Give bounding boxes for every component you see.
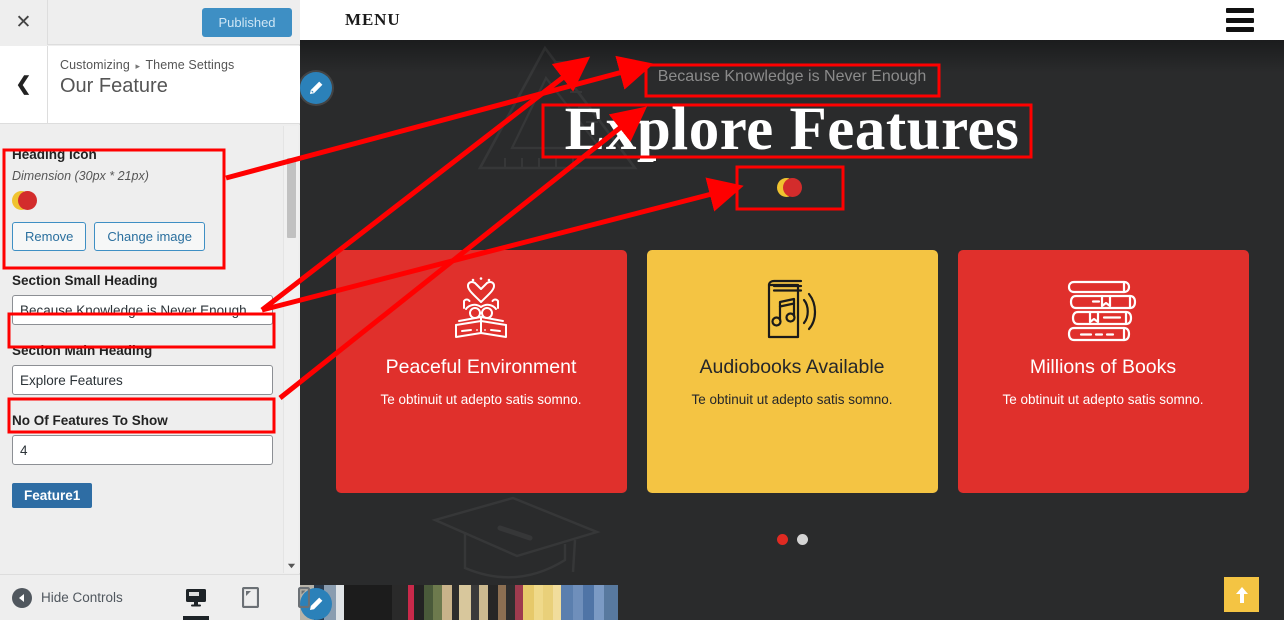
heading-icon-swatch: [777, 178, 807, 199]
feature1-accordion-toggle-wrap: Feature1: [12, 483, 288, 508]
section-small-heading-control: Section Small Heading: [12, 273, 288, 325]
site-header: MENU: [300, 0, 1284, 40]
collapse-arrow-icon: [12, 587, 32, 608]
scroll-down-arrow-icon[interactable]: [287, 561, 296, 570]
hero-features-section: Because Knowledge is Never Enough Explor…: [300, 40, 1284, 585]
chevron-left-icon[interactable]: ❮: [0, 46, 48, 123]
hero-small-heading: Because Knowledge is Never Enough: [657, 68, 927, 85]
features-count-input[interactable]: [12, 435, 273, 465]
close-icon[interactable]: ✕: [0, 0, 48, 45]
hero-main-heading: Explore Features: [564, 96, 1020, 163]
feature-cards-row: Peaceful Environment Te obtinuit ut adep…: [300, 250, 1284, 493]
desktop-preview-icon[interactable]: [180, 575, 212, 620]
tablet-preview-icon[interactable]: [234, 575, 266, 620]
swatch-red-circle-icon: [18, 191, 37, 210]
scroll-to-top-button[interactable]: [1224, 577, 1259, 612]
customizer-topbar: ✕ Published: [0, 0, 300, 45]
section-main-heading-control: Section Main Heading: [12, 343, 288, 395]
feature-card[interactable]: Millions of Books Te obtinuit ut adepto …: [957, 250, 1249, 493]
feature-card[interactable]: Peaceful Environment Te obtinuit ut adep…: [335, 250, 627, 493]
hide-controls-label: Hide Controls: [41, 590, 123, 605]
remove-image-button[interactable]: Remove: [12, 222, 87, 251]
carousel-dot-inactive[interactable]: [796, 534, 808, 545]
scrollbar-thumb[interactable]: [287, 158, 296, 238]
feature1-accordion-button[interactable]: Feature1: [12, 483, 93, 508]
bottom-photo-strip: [300, 585, 1284, 620]
panel-header-texts: Customizing ▸ Theme Settings Our Feature: [48, 46, 234, 123]
feature-card[interactable]: Audiobooks Available Te obtinuit ut adep…: [646, 250, 938, 493]
section-main-heading-label: Section Main Heading: [12, 343, 153, 358]
change-image-button[interactable]: Change image: [94, 222, 205, 251]
section-small-heading-label: Section Small Heading: [12, 273, 158, 288]
heading-icon-preview: [12, 191, 42, 212]
site-preview-iframe: MENU Because Knowledge is Never Enough E…: [300, 0, 1284, 620]
section-main-heading-input[interactable]: [12, 365, 273, 395]
feature-card-title: Peaceful Environment: [385, 356, 577, 378]
feature-card-description: Te obtinuit ut adepto satis somno.: [691, 392, 893, 407]
breadcrumb-parent[interactable]: Theme Settings: [145, 58, 234, 72]
wordpress-customizer-sidebar: ✕ Published ❮ Customizing ▸ Theme Settin…: [0, 0, 310, 620]
customizer-scrollbar[interactable]: [283, 126, 298, 573]
customizer-footer: Hide Controls: [0, 574, 310, 620]
carousel-dot-active[interactable]: [776, 534, 788, 545]
hide-controls-button[interactable]: Hide Controls: [0, 587, 123, 608]
heading-icon-dimension-note: Dimension (30px * 21px): [12, 169, 149, 183]
device-preview-switcher: [180, 575, 320, 620]
customizer-panel-header: ❮ Customizing ▸ Theme Settings Our Featu…: [0, 46, 300, 124]
heading-icon-label: Heading Icon: [12, 147, 97, 162]
breadcrumb-root[interactable]: Customizing: [60, 58, 130, 72]
breadcrumb-separator-icon: ▸: [135, 61, 141, 71]
features-count-control: No Of Features To Show: [12, 413, 288, 465]
person-reading-book-with-heart-icon: [336, 272, 627, 350]
breadcrumb: Customizing ▸ Theme Settings: [60, 58, 234, 72]
section-small-heading-input[interactable]: [12, 295, 273, 325]
page-title: Our Feature: [60, 75, 168, 97]
publish-button[interactable]: Published: [202, 8, 292, 37]
feature-card-title: Audiobooks Available: [699, 356, 885, 378]
heading-red-circle-icon: [783, 178, 802, 197]
hero-heading-icon: [300, 178, 1284, 199]
arrow-up-icon: [1235, 586, 1248, 603]
heading-icon-button-row: Remove Change image: [12, 222, 288, 251]
stack-of-books-icon: [958, 272, 1249, 350]
feature-card-description: Te obtinuit ut adepto satis somno.: [1002, 392, 1204, 407]
customizer-controls-pane: Heading Icon Dimension (30px * 21px) Rem…: [0, 125, 300, 573]
feature-card-description: Te obtinuit ut adepto satis somno.: [380, 392, 582, 407]
audiobook-music-note-icon: [647, 272, 938, 350]
carousel-dots: [300, 534, 1284, 545]
feature-card-title: Millions of Books: [1029, 356, 1177, 378]
bookshelf-photo: [300, 585, 630, 620]
menu-label[interactable]: MENU: [345, 10, 401, 30]
heading-icon-control: Heading Icon Dimension (30px * 21px) Rem…: [12, 147, 288, 251]
features-count-label: No Of Features To Show: [12, 413, 168, 428]
mobile-preview-icon[interactable]: [288, 575, 320, 620]
heading-underline-accent: [640, 158, 656, 161]
hamburger-menu-icon[interactable]: [1226, 8, 1254, 32]
